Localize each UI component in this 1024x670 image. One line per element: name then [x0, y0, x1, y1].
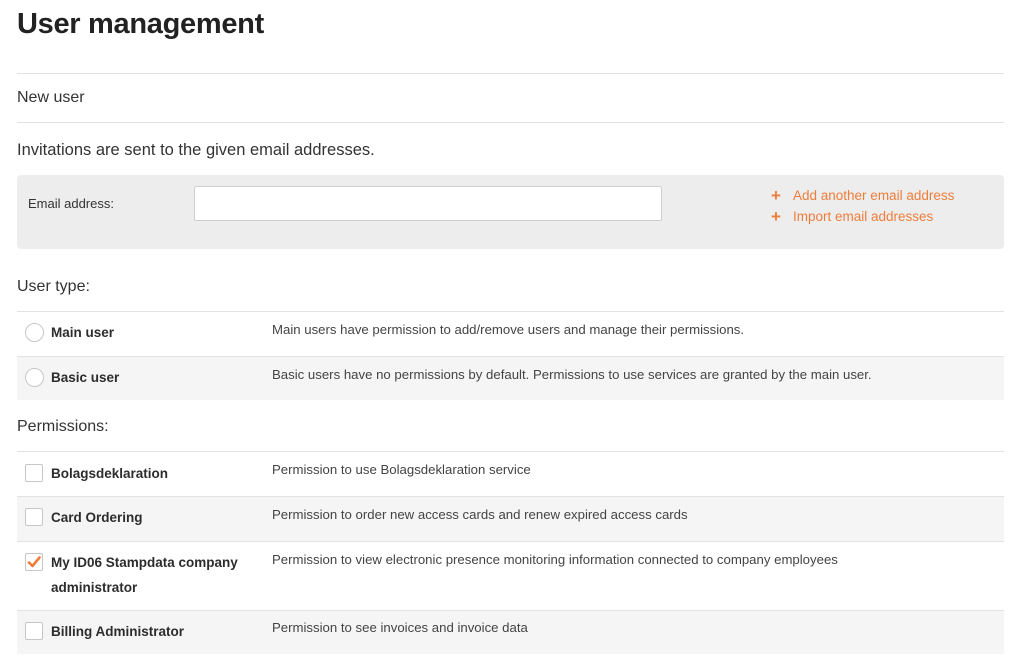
main-user-radio[interactable] [25, 323, 44, 342]
permission-row[interactable]: Card Ordering Permission to order new ac… [17, 496, 1004, 541]
page-title: User management [17, 8, 264, 40]
plus-icon: + [771, 185, 781, 205]
billing-admin-checkbox[interactable] [25, 622, 43, 640]
divider [17, 73, 1004, 74]
permission-name: Card Ordering [51, 510, 143, 525]
permission-name: Bolagsdeklaration [51, 466, 169, 481]
email-label: Email address: [28, 196, 114, 211]
permission-name: Billing Administrator [51, 624, 185, 639]
permission-description: Permission to use Bolagsdeklaration serv… [272, 462, 531, 477]
card-ordering-checkbox[interactable] [25, 508, 43, 526]
user-management-page: User management New user Invitations are… [0, 0, 1024, 670]
add-email-label: Add another email address [793, 188, 955, 203]
basic-user-label: Basic user [51, 370, 120, 385]
permission-row[interactable]: My ID06 Stampdata company administrator … [17, 541, 1004, 610]
user-type-row-basic[interactable]: Basic user Basic users have no permissio… [17, 356, 1004, 400]
checkmark-icon [27, 556, 41, 568]
invite-instructions: Invitations are sent to the given email … [17, 141, 375, 159]
permission-description: Permission to see invoices and invoice d… [272, 620, 528, 635]
permission-description: Permission to order new access cards and… [272, 507, 688, 522]
bolagsdeklaration-checkbox[interactable] [25, 464, 43, 482]
basic-user-description: Basic users have no permissions by defau… [272, 367, 872, 382]
divider [17, 122, 1004, 123]
import-emails-link[interactable]: + Import email addresses [770, 206, 934, 226]
basic-user-radio[interactable] [25, 368, 44, 387]
plus-icon: + [771, 206, 781, 226]
user-type-heading: User type: [17, 278, 90, 295]
user-type-row-main[interactable]: Main user Main users have permission to … [17, 311, 1004, 356]
permission-row[interactable]: Billing Administrator Permission to see … [17, 610, 1004, 654]
stampdata-admin-checkbox[interactable] [25, 553, 43, 571]
permission-row[interactable]: Bolagsdeklaration Permission to use Bola… [17, 451, 1004, 496]
main-user-label: Main user [51, 325, 115, 340]
permission-name: My ID06 Stampdata company [51, 555, 238, 570]
permission-description: Permission to view electronic presence m… [272, 552, 838, 567]
add-email-link[interactable]: + Add another email address [770, 185, 955, 205]
permissions-heading: Permissions: [17, 418, 109, 435]
main-user-description: Main users have permission to add/remove… [272, 322, 745, 337]
email-panel: Email address: + Add another email addre… [17, 175, 1004, 249]
new-user-heading: New user [17, 89, 85, 106]
permission-name-line2: administrator [51, 580, 138, 595]
email-field[interactable] [194, 186, 662, 221]
import-emails-label: Import email addresses [793, 209, 934, 224]
